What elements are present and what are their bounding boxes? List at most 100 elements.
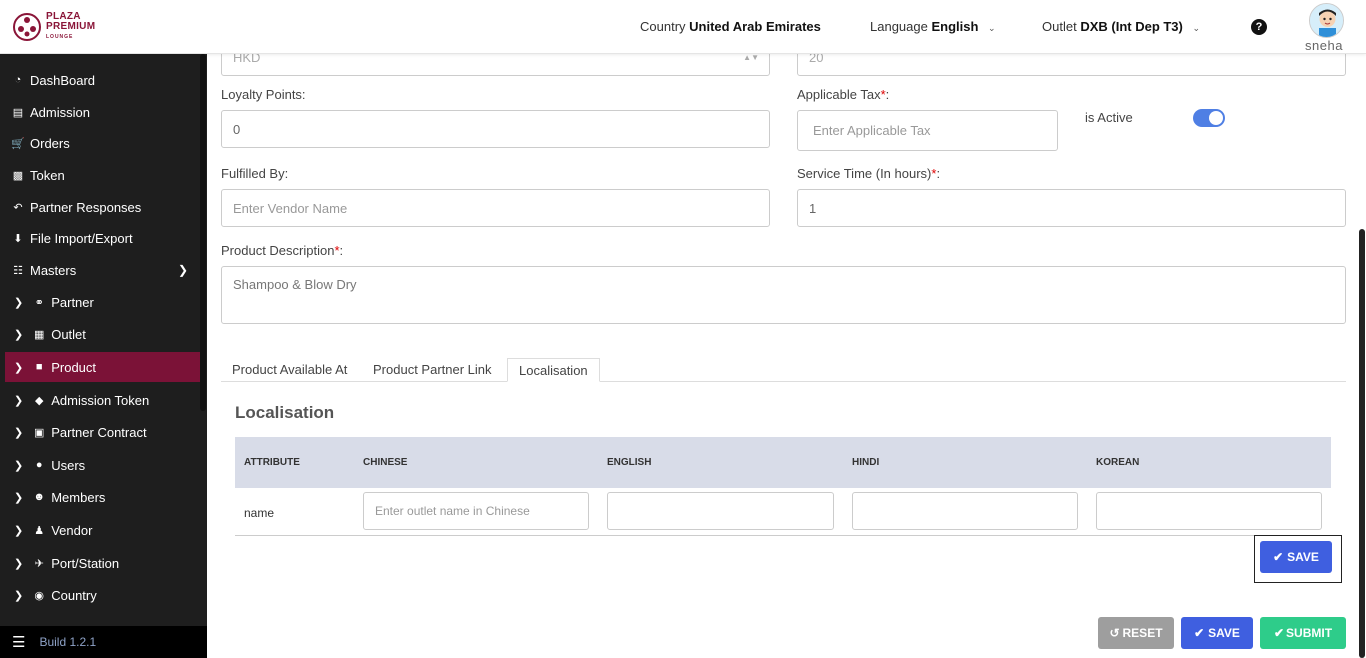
logo-text: PLAZA PREMIUM LOUNGE: [46, 12, 95, 42]
column-header-english: ENGLISH: [607, 457, 652, 468]
file-icon: ▩: [12, 169, 24, 182]
chevron-down-icon: ⌄: [988, 23, 996, 33]
top-header: PLAZA PREMIUM LOUNGE Country United Arab…: [0, 0, 1366, 54]
sidebar-item-token[interactable]: ▩ Token: [0, 160, 200, 190]
loyalty-points-label: Loyalty Points:: [221, 87, 306, 102]
sidebar-item-label: Country: [51, 587, 97, 603]
tab-product-available-at[interactable]: Product Available At: [221, 358, 358, 382]
sidebar-item-file-import-export[interactable]: ⬇ File Import/Export: [0, 223, 200, 253]
hindi-name-input[interactable]: [852, 492, 1078, 530]
chevron-right-icon: ❯: [14, 524, 24, 537]
chevron-right-icon: ❯: [14, 361, 24, 374]
applicable-tax-placeholder: Enter Applicable Tax: [813, 123, 931, 138]
sidebar-item-label: Vendor: [51, 522, 93, 538]
sidebar-item-label: DashBoard: [30, 72, 96, 88]
column-header-korean: KOREAN: [1096, 457, 1140, 468]
product-description-value: Shampoo & Blow Dry: [233, 277, 357, 292]
sidebar-item-label: Token: [30, 167, 65, 183]
is-active-toggle[interactable]: [1193, 109, 1225, 127]
chevron-right-icon: ❯: [14, 328, 24, 341]
download-icon: ⬇: [13, 232, 23, 245]
sidebar-item-admission[interactable]: ▤ Admission: [0, 97, 200, 127]
sidebar-item-label: Orders: [30, 135, 70, 151]
language-selector[interactable]: Language English ⌄: [870, 19, 996, 34]
ticket-icon: ◆: [34, 394, 44, 407]
service-time-value: 1: [809, 200, 817, 216]
plaza-premium-logo[interactable]: PLAZA PREMIUM LOUNGE: [12, 12, 95, 42]
tab-product-partner-link[interactable]: Product Partner Link: [362, 358, 503, 382]
user-icon: ●: [35, 459, 43, 471]
chinese-name-input[interactable]: Enter outlet name in Chinese: [363, 492, 589, 530]
check-icon: ✔: [1273, 626, 1285, 640]
fulfilled-by-placeholder: Enter Vendor Name: [233, 200, 348, 216]
country-selector[interactable]: Country United Arab Emirates: [640, 19, 821, 34]
sidebar-item-label: Admission: [30, 104, 90, 120]
outlet-value: DXB (Int Dep T3): [1080, 19, 1183, 34]
attribute-name: name: [244, 506, 275, 520]
chevron-right-icon: ❯: [14, 296, 24, 309]
building-icon: ▦: [34, 328, 45, 341]
build-version: Build 1.2.1: [39, 635, 97, 649]
sidebar-item-label: Members: [51, 489, 106, 505]
menu-icon[interactable]: ☰: [12, 633, 25, 651]
chevron-down-icon: ⌄: [1192, 23, 1201, 33]
sidebar-item-port-station[interactable]: ❯ ✈ Port/Station: [0, 548, 200, 578]
chevron-right-icon: ❯: [14, 557, 24, 570]
product-description-label-text: Product Description: [221, 243, 335, 258]
sidebar-item-users[interactable]: ❯ ● Users: [0, 450, 200, 480]
briefcase-icon: ▣: [34, 426, 45, 439]
undo-icon: ↺: [1109, 626, 1120, 640]
sidebar-item-partner[interactable]: ❯ ⚭ Partner: [0, 287, 200, 317]
globe-icon: ◉: [34, 589, 45, 602]
sidebar-item-admission-token[interactable]: ❯ ◆ Admission Token: [0, 385, 200, 415]
chevron-right-icon: ❯: [14, 426, 24, 439]
applicable-tax-input[interactable]: Enter Applicable Tax: [797, 110, 1058, 151]
product-tabs: Product Available At Product Partner Lin…: [221, 358, 1346, 382]
chevron-right-icon: ❯: [14, 459, 24, 472]
fulfilled-by-input[interactable]: Enter Vendor Name: [221, 189, 770, 227]
handshake-icon: ⚭: [34, 296, 44, 309]
logo-line3: LOUNGE: [46, 34, 74, 40]
reply-icon: ↶: [13, 201, 23, 214]
sidebar-item-members[interactable]: ❯ ☻ Members: [0, 482, 200, 512]
required-mark: *: [931, 166, 937, 181]
korean-name-input[interactable]: [1096, 492, 1322, 530]
save-button[interactable]: ✔ SAVE: [1181, 617, 1253, 649]
reset-button[interactable]: ↺ RESET: [1098, 617, 1174, 649]
is-active-label: is Active: [1085, 110, 1133, 125]
user-name[interactable]: sneha: [1305, 38, 1343, 53]
product-description-textarea[interactable]: Shampoo & Blow Dry: [221, 266, 1346, 324]
submit-button[interactable]: ✔ SUBMIT: [1260, 617, 1346, 649]
person-icon: ♟: [34, 524, 45, 537]
chevron-right-icon: ❯: [14, 491, 24, 504]
sidebar-scrollbar[interactable]: [200, 54, 206, 411]
help-icon[interactable]: ?: [1251, 19, 1267, 35]
sidebar-item-orders[interactable]: 🛒 Orders: [0, 128, 200, 158]
sidebar-item-vendor[interactable]: ❯ ♟ Vendor: [0, 515, 200, 545]
reset-label: RESET: [1122, 626, 1163, 640]
country-value: United Arab Emirates: [689, 19, 821, 34]
check-icon: ✔: [1194, 626, 1205, 640]
sidebar-item-label: Masters: [30, 262, 77, 278]
outlet-selector[interactable]: Outlet DXB (Int Dep T3) ⌄: [1042, 19, 1200, 34]
sidebar-item-dashboard[interactable]: ◔ DashBoard: [0, 65, 200, 95]
sidebar-item-masters[interactable]: ☷ Masters ❯: [0, 255, 200, 285]
sidebar-item-outlet[interactable]: ❯ ▦ Outlet: [0, 319, 200, 349]
applicable-tax-label: Applicable Tax*:: [797, 87, 890, 102]
loyalty-points-input[interactable]: 0: [221, 110, 770, 148]
sidebar-item-label: File Import/Export: [30, 230, 133, 246]
chinese-name-placeholder: Enter outlet name in Chinese: [375, 504, 530, 518]
english-name-input[interactable]: [607, 492, 834, 530]
required-mark: *: [334, 243, 340, 258]
plane-icon: ✈: [34, 557, 44, 570]
sidebar-item-partner-contract[interactable]: ❯ ▣ Partner Contract: [0, 417, 200, 447]
tab-localisation[interactable]: Localisation: [507, 358, 600, 382]
service-time-input[interactable]: 1: [797, 189, 1346, 227]
main-scrollbar[interactable]: [1359, 229, 1365, 658]
sidebar-item-product[interactable]: ❯ ■ Product: [5, 352, 200, 382]
chevron-right-icon: ❯: [14, 589, 24, 602]
localisation-save-button[interactable]: ✔ SAVE: [1260, 541, 1332, 573]
sidebar-item-partner-responses[interactable]: ↶ Partner Responses: [0, 192, 200, 222]
sidebar-item-country[interactable]: ❯ ◉ Country: [0, 580, 200, 610]
avatar[interactable]: [1309, 3, 1344, 38]
